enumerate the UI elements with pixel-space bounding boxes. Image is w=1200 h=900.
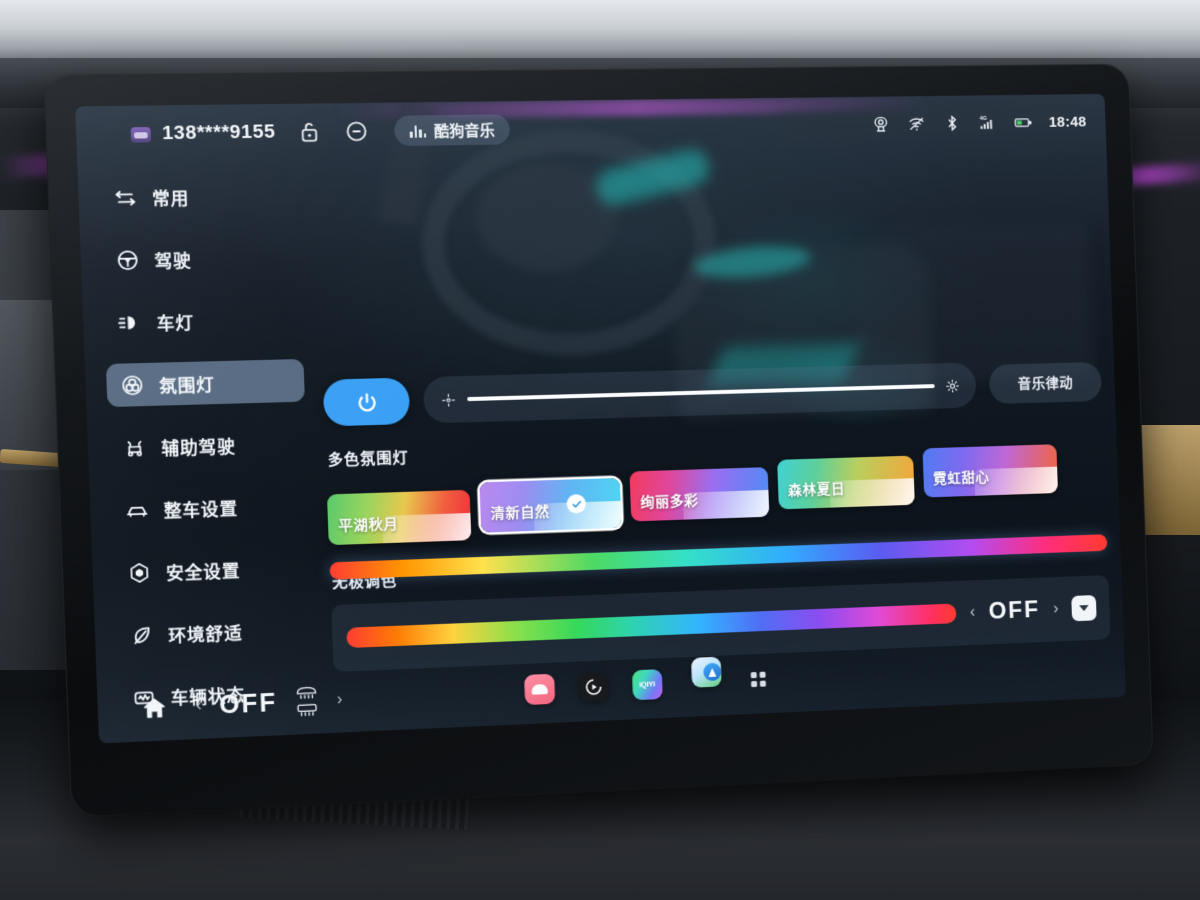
infotainment-display-unit: 138****9155 酷狗音乐 4G 18:48 常用 驾驶 车灯 氛围灯 辅… xyxy=(44,64,1153,817)
account-chip[interactable]: 138****9155 xyxy=(130,121,276,145)
preset-name: 绚丽多彩 xyxy=(640,492,700,511)
video-player-app[interactable] xyxy=(577,670,609,703)
preset-card[interactable]: 平湖秋月 xyxy=(326,489,472,546)
unlock-icon[interactable] xyxy=(296,119,324,146)
chevron-right-icon[interactable]: › xyxy=(1053,600,1059,618)
bluetooth-icon[interactable] xyxy=(942,113,962,133)
home-icon[interactable] xyxy=(139,693,169,723)
preset-card[interactable]: 绚丽多彩 xyxy=(629,467,770,522)
climate-quick-control: ‹ OFF › xyxy=(196,685,343,722)
sidebar-item-label: 常用 xyxy=(151,188,190,209)
ambient-light-panel: 音乐律动 多色氛围灯 平湖秋月 清新自然 绚丽多彩 森林夏日 霓虹甜心 无极调色… xyxy=(322,359,1111,672)
infotainment-screen: 138****9155 酷狗音乐 4G 18:48 常用 驾驶 车灯 氛围灯 辅… xyxy=(75,93,1126,744)
ambient-power-toggle[interactable] xyxy=(322,377,411,427)
sidebar-item-safety-settings[interactable]: 安全设置 xyxy=(113,545,312,595)
preset-name: 清新自然 xyxy=(490,503,551,522)
wifi-off-icon[interactable] xyxy=(907,114,927,134)
music-rhythm-label: 音乐律动 xyxy=(1017,374,1074,392)
preset-name: 平湖秋月 xyxy=(338,515,399,534)
power-and-brightness-row: 音乐律动 xyxy=(322,359,1103,427)
avatar xyxy=(130,126,152,143)
sidebar-item-label: 辅助驾驶 xyxy=(161,436,236,459)
sidebar-item-ambient-light[interactable]: 氛围灯 xyxy=(105,358,305,408)
status-bar: 138****9155 酷狗音乐 4G 18:48 xyxy=(75,94,1106,164)
ambient-preset-list: 平湖秋月 清新自然 绚丽多彩 森林夏日 霓虹甜心 xyxy=(326,444,1106,546)
wheel-mode-stepper: ‹ OFF › xyxy=(970,596,1059,627)
kugou-music-app[interactable] xyxy=(523,673,555,705)
power-icon xyxy=(353,389,379,415)
chevron-left-icon[interactable]: ‹ xyxy=(970,604,976,622)
cellular-4g-icon: 4G xyxy=(978,113,998,133)
settings-sidebar: 常用 驾驶 车灯 氛围灯 辅助驾驶 整车设置 安全设置 环境舒适 车辆状态 xyxy=(92,173,323,740)
color-spectrum-slider[interactable] xyxy=(346,603,957,649)
chevron-left-icon[interactable]: ‹ xyxy=(196,697,202,716)
clock: 18:48 xyxy=(1048,113,1087,131)
svg-text:4G: 4G xyxy=(980,116,988,122)
camera-icon[interactable] xyxy=(871,114,891,134)
sidebar-item-common[interactable]: 常用 xyxy=(99,173,298,219)
status-bar-right: 4G 18:48 xyxy=(871,112,1087,135)
minus-circle-icon[interactable] xyxy=(343,118,371,145)
caret-down-icon xyxy=(1079,605,1089,612)
all-apps-grid[interactable] xyxy=(750,671,767,688)
sidebar-item-driver-assist[interactable]: 辅助驾驶 xyxy=(108,421,307,470)
adas-icon xyxy=(121,434,148,460)
wheel-mode-value: OFF xyxy=(988,596,1041,625)
sidebar-item-label: 氛围灯 xyxy=(158,375,216,396)
preset-name: 霓虹甜心 xyxy=(932,468,990,487)
car-icon xyxy=(123,497,150,523)
climate-value: OFF xyxy=(218,688,278,720)
sliders-icon xyxy=(112,184,139,210)
app-dock: iQIYI xyxy=(523,655,767,714)
sidebar-item-headlights[interactable]: 车灯 xyxy=(104,297,303,345)
collapse-panel-button[interactable] xyxy=(1071,595,1097,622)
high-brightness-icon xyxy=(945,378,960,393)
sidebar-item-label: 驾驶 xyxy=(154,250,192,271)
steering-wheel-icon xyxy=(114,247,141,273)
cube-shield-icon xyxy=(126,559,153,586)
leaf-icon xyxy=(128,622,155,649)
sidebar-item-driving[interactable]: 驾驶 xyxy=(101,235,300,282)
music-rhythm-button[interactable]: 音乐律动 xyxy=(988,361,1103,405)
sidebar-item-label: 车灯 xyxy=(156,313,195,334)
battery-icon xyxy=(1013,112,1033,132)
sidebar-item-climate-comfort[interactable]: 环境舒适 xyxy=(115,607,314,658)
preset-card[interactable]: 清新自然 xyxy=(479,477,622,533)
defrost-buttons xyxy=(294,686,320,718)
low-brightness-icon xyxy=(441,392,457,408)
preset-card[interactable]: 森林夏日 xyxy=(777,455,915,510)
brightness-track[interactable] xyxy=(467,384,935,402)
brightness-slider[interactable] xyxy=(422,362,977,424)
preset-card[interactable]: 霓虹甜心 xyxy=(922,444,1059,498)
equalizer-bars-icon xyxy=(409,124,427,138)
now-playing-chip[interactable]: 酷狗音乐 xyxy=(393,114,511,147)
navigation-app[interactable] xyxy=(690,656,722,688)
sidebar-item-label: 环境舒适 xyxy=(168,623,243,646)
iqiyi-app[interactable]: iQIYI xyxy=(631,668,663,700)
rear-defrost-icon xyxy=(295,703,320,717)
ambient-light-icon xyxy=(119,372,146,398)
brightness-fill xyxy=(467,384,935,402)
chevron-right-icon[interactable]: › xyxy=(337,691,343,709)
preset-name: 森林夏日 xyxy=(787,480,846,499)
front-defrost-icon xyxy=(294,686,319,700)
sidebar-item-label: 安全设置 xyxy=(165,561,241,584)
headlight-icon xyxy=(116,309,143,335)
account-phone-number: 138****9155 xyxy=(161,121,276,145)
sidebar-item-label: 整车设置 xyxy=(163,498,239,521)
sidebar-item-vehicle-settings[interactable]: 整车设置 xyxy=(111,483,310,532)
music-app-label: 酷狗音乐 xyxy=(433,121,496,140)
